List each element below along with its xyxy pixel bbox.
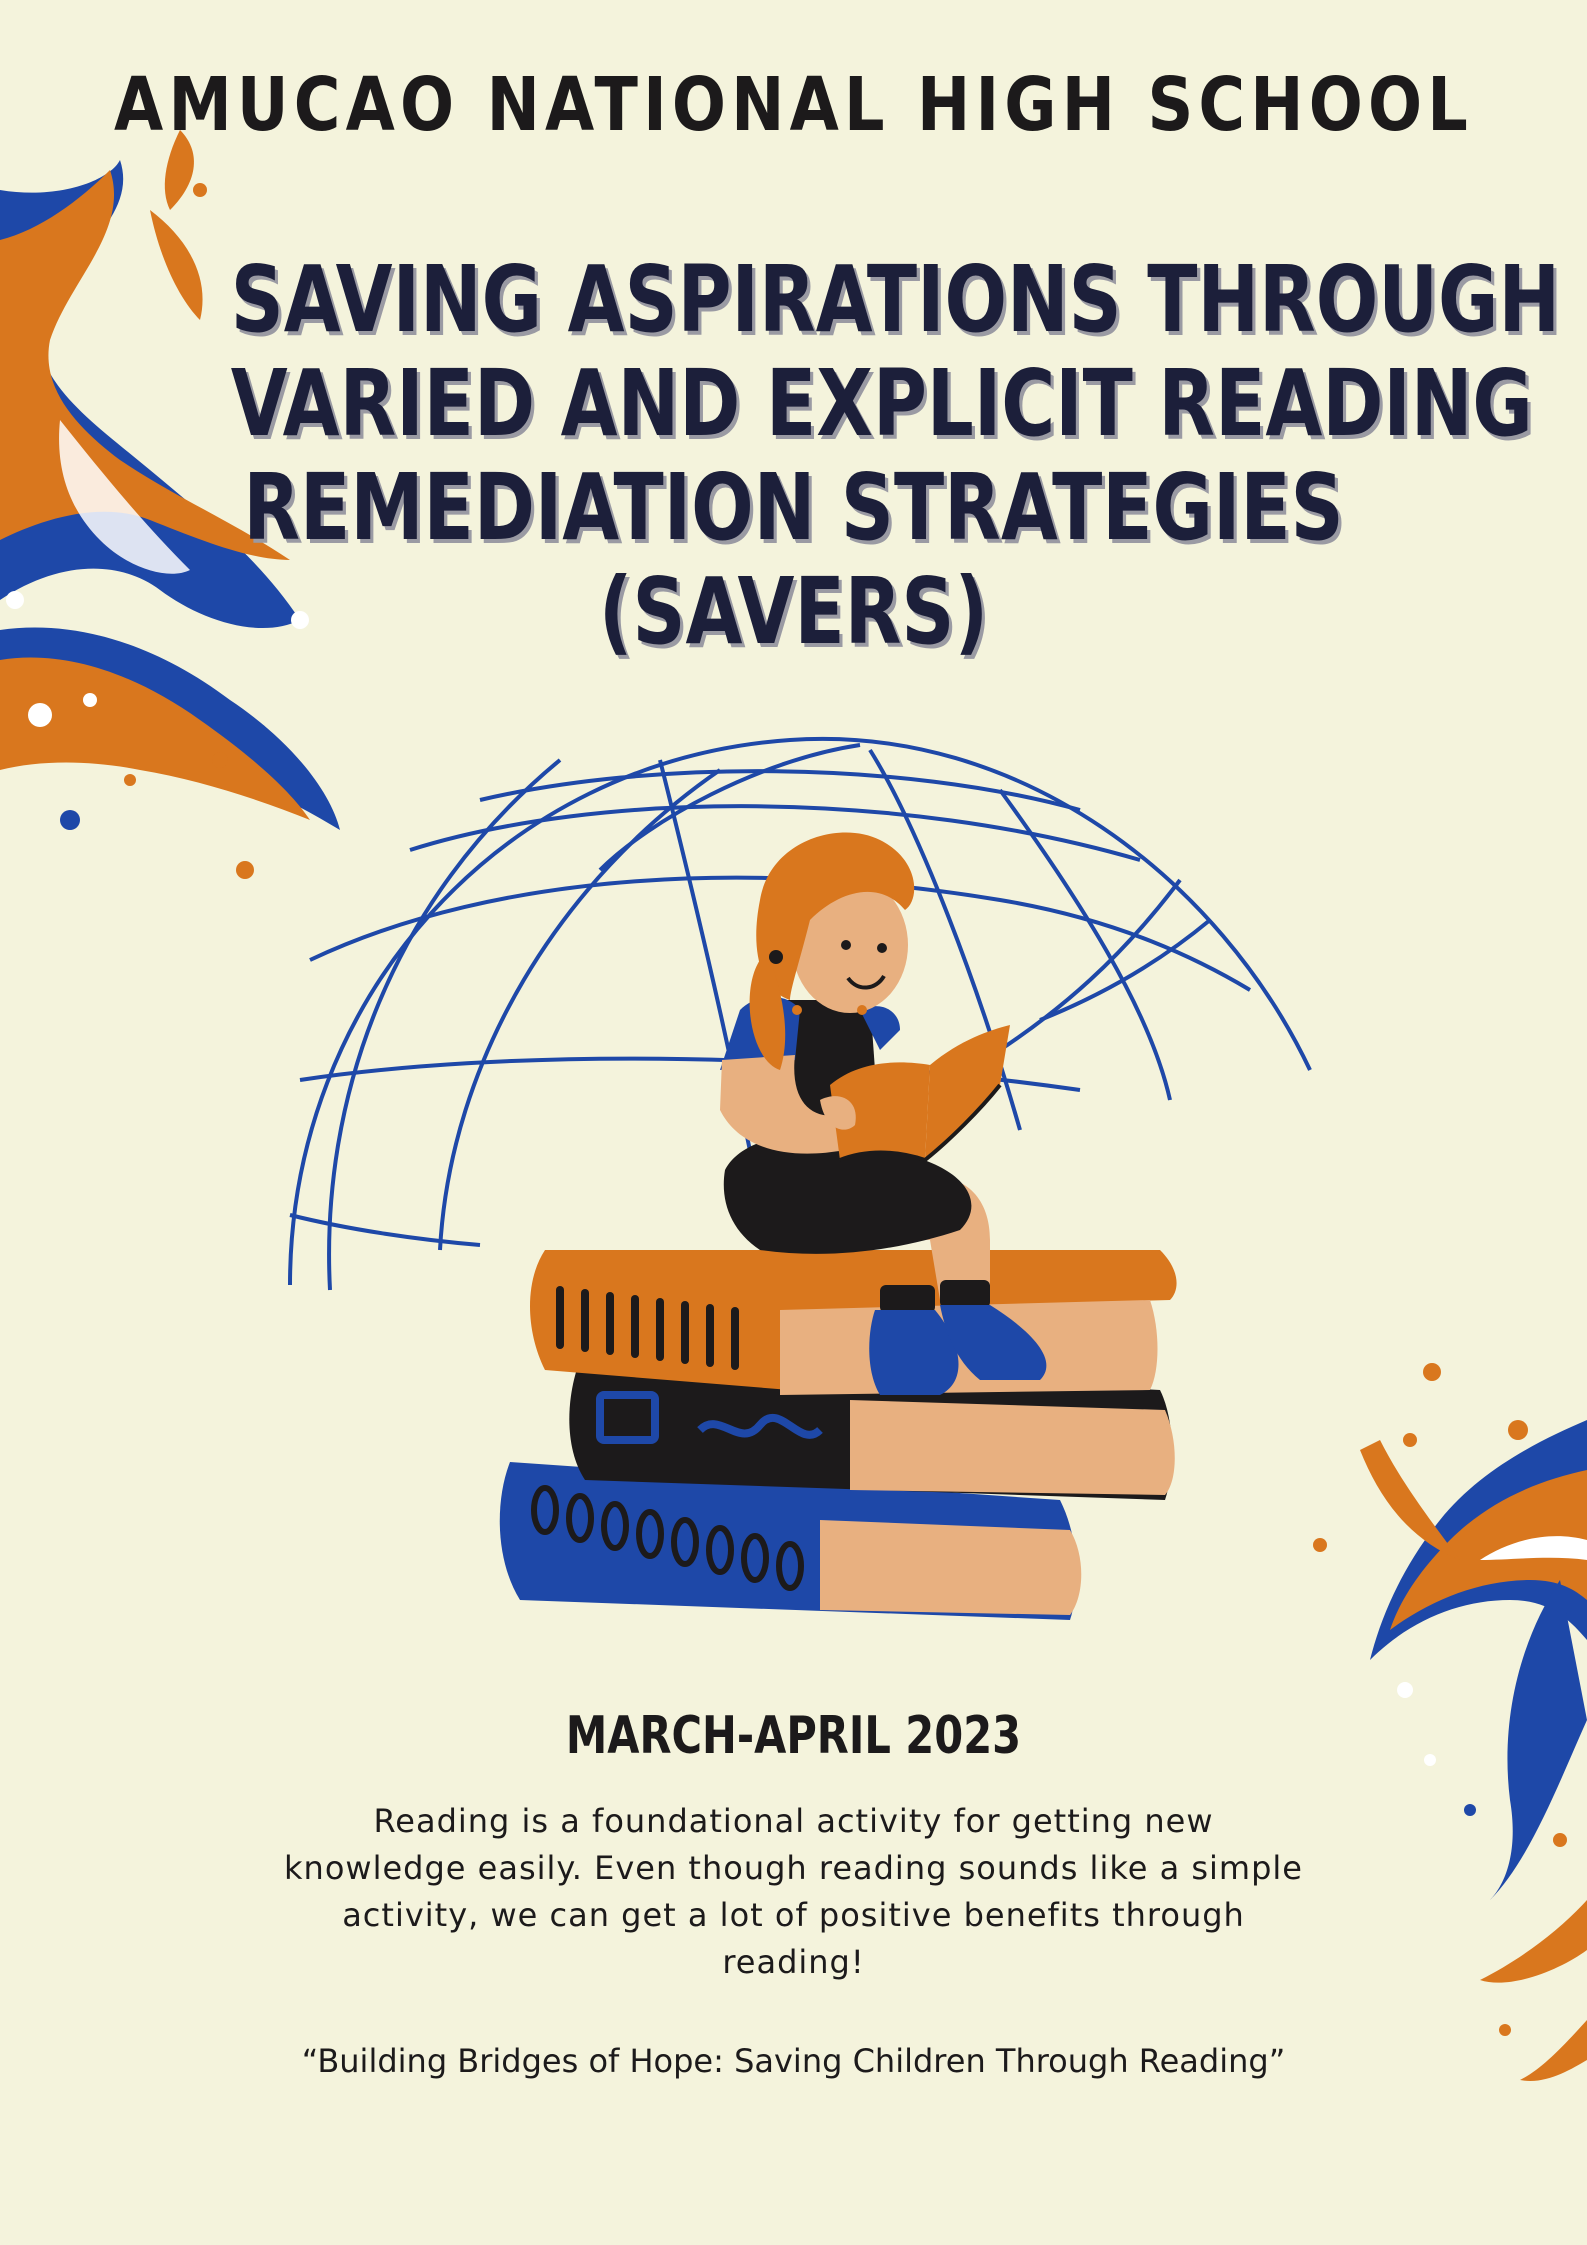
title-line-1: SAVING ASPIRATIONS THROUGH: [230, 246, 1561, 353]
title-line-2: VARIED AND EXPLICIT READING: [230, 350, 1533, 457]
page-title: SAVING ASPIRATIONS THROUGH VARIED AND EX…: [230, 246, 1561, 665]
description: Reading is a foundational activity for g…: [280, 1798, 1307, 1986]
description-line-2: knowledge easily. Even though reading so…: [284, 1849, 1303, 1887]
tagline: “Building Bridges of Hope: Saving Childr…: [301, 2042, 1286, 2080]
school-name: AMUCAO NATIONAL HIGH SCHOOL: [114, 62, 1473, 148]
title-line-3: REMEDIATION STRATEGIES: [243, 454, 1344, 561]
event-date: MARCH-APRIL 2023: [565, 1706, 1022, 1766]
description-line-4: reading!: [722, 1943, 865, 1981]
title-line-4: (SAVERS): [598, 558, 989, 665]
description-line-1: Reading is a foundational activity for g…: [373, 1802, 1214, 1840]
description-line-3: activity, we can get a lot of positive b…: [342, 1896, 1245, 1934]
book-stack-icon: [499, 1250, 1177, 1620]
